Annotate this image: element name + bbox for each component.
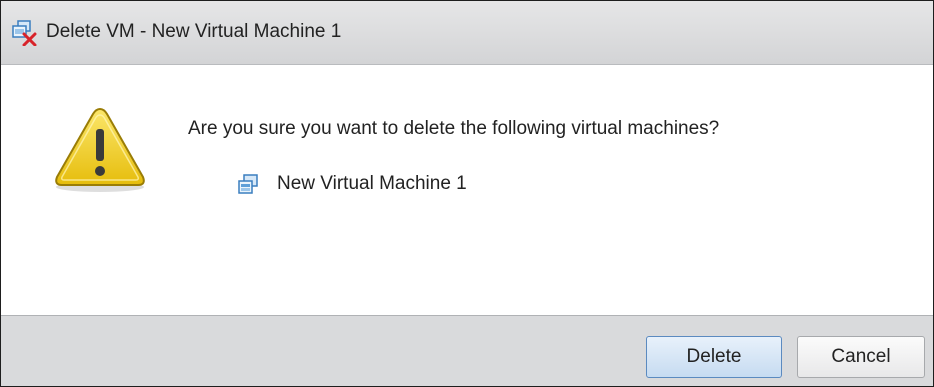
warning-icon: [52, 105, 148, 193]
confirmation-message: Are you sure you want to delete the foll…: [188, 118, 720, 139]
delete-vm-icon: [11, 20, 37, 47]
virtual-machine-icon: [237, 174, 259, 196]
delete-vm-dialog: Delete VM - New Virtual Machine 1 Are yo…: [0, 0, 934, 387]
cancel-button[interactable]: Cancel: [797, 336, 925, 378]
dialog-content: Are you sure you want to delete the foll…: [1, 65, 933, 315]
delete-button[interactable]: Delete: [646, 336, 782, 378]
vm-name: New Virtual Machine 1: [277, 173, 467, 194]
dialog-title: Delete VM - New Virtual Machine 1: [46, 21, 342, 42]
dialog-footer: Delete Cancel: [1, 315, 933, 386]
dialog-titlebar: Delete VM - New Virtual Machine 1: [1, 1, 933, 65]
